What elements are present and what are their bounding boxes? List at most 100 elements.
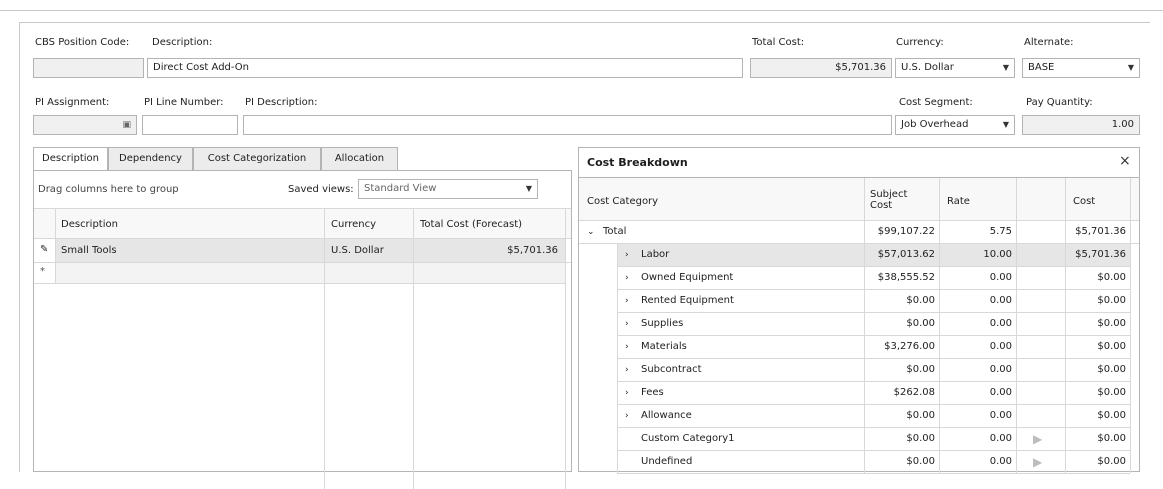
breakdown-row[interactable]: › Owned Equipment $38,555.52 0.00 $0.00 [579,267,1139,290]
rate-cell[interactable]: 0.00 [939,451,1012,474]
chevron-right-icon[interactable]: › [625,336,629,359]
tab-cost-categorization[interactable]: Cost Categorization [193,147,321,171]
saved-views-select[interactable]: Standard View ▼ [358,179,538,199]
chevron-right-icon[interactable]: › [625,267,629,290]
saved-views-value: Standard View [364,183,437,194]
column-header-description[interactable]: Description [61,219,118,230]
column-header-currency[interactable]: Currency [331,219,376,230]
breakdown-row[interactable]: › Fees $262.08 0.00 $0.00 [579,382,1139,405]
chevron-down-icon[interactable]: ▼ [1128,59,1134,77]
breakdown-row[interactable]: › Supplies $0.00 0.00 $0.00 [579,313,1139,336]
edit-pencil-icon: ✎ [40,244,49,255]
subject-cost-cell: $99,107.22 [877,226,935,237]
subject-cost-cell: $3,276.00 [884,341,935,352]
category-name: Allowance [641,410,692,421]
chevron-right-icon[interactable]: › [625,382,629,405]
column-header-cost-category[interactable]: Cost Category [587,196,658,207]
column-header-rate[interactable]: Rate [947,196,970,207]
play-arrow-icon[interactable]: ▶ [1033,451,1042,474]
rate-cell[interactable]: 0.00 [939,428,1012,451]
column-header-subject-cost[interactable]: Subject Cost [870,189,930,211]
lookup-icon[interactable]: ▣ [122,116,131,134]
rate-cell[interactable]: 5.75 [939,221,1012,244]
row-total-cost[interactable]: $5,701.36 [414,245,558,256]
currency-select[interactable]: U.S. Dollar ▼ [895,58,1015,78]
rate-cell[interactable]: 0.00 [939,313,1012,336]
subject-cost-cell: $0.00 [906,456,935,467]
subject-cost-cell: $0.00 [906,410,935,421]
breakdown-row[interactable]: Custom Category1 $0.00 0.00 ▶ $0.00 [579,428,1139,451]
cbs-position-code-field[interactable] [33,58,144,78]
cost-segment-label: Cost Segment: [899,97,973,108]
tab-dependency[interactable]: Dependency [108,147,193,171]
cost-cell: $0.00 [1097,456,1126,467]
cost-cell: $0.00 [1097,433,1126,444]
cost-cell: $0.00 [1097,272,1126,283]
alternate-label: Alternate: [1024,37,1074,48]
cost-cell: $0.00 [1097,341,1126,352]
rate-cell[interactable]: 0.00 [939,405,1012,428]
rate-cell[interactable]: 0.00 [939,290,1012,313]
cost-segment-select[interactable]: Job Overhead ▼ [895,115,1015,135]
cbs-position-code-label: CBS Position Code: [35,37,130,48]
subject-cost-cell: $38,555.52 [877,272,935,283]
subject-cost-cell: $57,013.62 [877,249,935,260]
rate-cell[interactable]: 0.00 [939,336,1012,359]
close-icon[interactable]: × [1119,153,1131,169]
cost-cell: $0.00 [1097,318,1126,329]
pi-line-number-field[interactable] [142,115,238,135]
cost-segment-value: Job Overhead [901,119,969,130]
cost-cell: $5,701.36 [1075,226,1126,237]
breakdown-row[interactable]: › Labor $57,013.62 10.00 $5,701.36 [618,244,1130,267]
rate-cell[interactable]: 0.00 [939,267,1012,290]
tab-allocation[interactable]: Allocation [321,147,398,171]
breakdown-row[interactable]: › Rented Equipment $0.00 0.00 $0.00 [579,290,1139,313]
chevron-right-icon[interactable]: › [625,244,629,267]
chevron-down-icon[interactable]: ▼ [526,180,532,198]
saved-views-label: Saved views: [288,184,354,195]
pi-description-label: PI Description: [245,97,318,108]
chevron-right-icon[interactable]: › [625,313,629,336]
tab-description[interactable]: Description [33,147,108,171]
breakdown-row[interactable]: Undefined $0.00 0.00 ▶ $0.00 [579,451,1139,474]
tab-description-label: Description [42,153,99,164]
chevron-down-icon[interactable]: ▼ [1003,59,1009,77]
column-header-cost[interactable]: Cost [1073,196,1095,207]
category-name: Owned Equipment [641,272,734,283]
pay-quantity-field[interactable]: 1.00 [1022,115,1140,135]
description-grid-panel: Drag columns here to group Saved views: … [33,170,572,489]
cost-breakdown-panel: Cost Breakdown × Cost Category Subject C… [578,147,1140,474]
pi-description-field[interactable] [243,115,892,135]
rate-cell[interactable]: 0.00 [939,382,1012,405]
row-description[interactable]: Small Tools [61,245,117,256]
breakdown-row[interactable]: ⌄ Total $99,107.22 5.75 $5,701.36 [579,221,1139,244]
rate-cell[interactable]: 0.00 [939,359,1012,382]
grid-column-line [864,178,865,473]
chevron-right-icon[interactable]: › [625,290,629,313]
pi-line-number-label: PI Line Number: [144,97,224,108]
cost-cell: $0.00 [1097,295,1126,306]
chevron-down-icon[interactable]: ⌄ [587,221,595,244]
breakdown-row[interactable]: › Materials $3,276.00 0.00 $0.00 [579,336,1139,359]
column-header-total-cost[interactable]: Total Cost (Forecast) [420,219,522,230]
grid-column-line [413,209,414,489]
play-arrow-icon[interactable]: ▶ [1033,428,1042,451]
rate-cell[interactable]: 10.00 [939,244,1012,267]
group-by-hint[interactable]: Drag columns here to group [38,184,179,195]
category-name: Materials [641,341,687,352]
description-field[interactable]: Direct Cost Add-On [147,58,743,78]
cost-cell: $0.00 [1097,410,1126,421]
breakdown-row[interactable]: › Allowance $0.00 0.00 $0.00 [579,405,1139,428]
pay-quantity-label: Pay Quantity: [1026,97,1093,108]
alternate-select[interactable]: BASE ▼ [1022,58,1140,78]
new-row[interactable] [55,263,565,283]
breakdown-row[interactable]: › Subcontract $0.00 0.00 $0.00 [579,359,1139,382]
pi-assignment-field[interactable]: ▣ [33,115,137,135]
category-name: Subcontract [641,364,702,375]
chevron-right-icon[interactable]: › [625,405,629,428]
chevron-right-icon[interactable]: › [625,359,629,382]
row-currency[interactable]: U.S. Dollar [331,245,384,256]
grid-column-line [324,209,325,489]
chevron-down-icon[interactable]: ▼ [1003,116,1009,134]
total-cost-field: $5,701.36 [750,58,892,78]
